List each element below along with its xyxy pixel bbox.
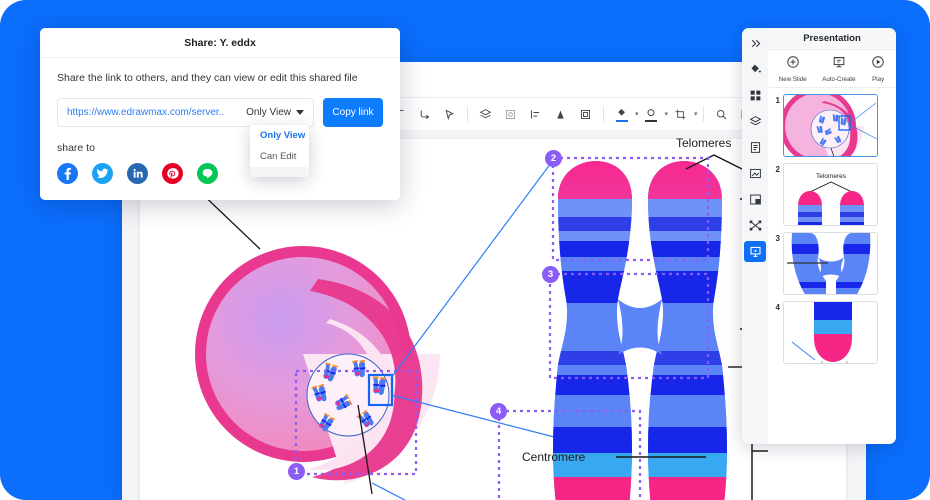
auto-create-label: Auto-Create	[822, 75, 856, 83]
presentation-panel: Presentation New Slide Auto-Create Play …	[742, 28, 896, 444]
crop-icon[interactable]	[668, 102, 693, 127]
step-badge-4[interactable]: 4	[490, 403, 507, 420]
label-telomeres: Telomeres	[676, 136, 732, 150]
permission-selected-label: Only View	[246, 107, 291, 118]
permission-dropdown: Only View Can Edit	[250, 125, 309, 177]
dropdown-option-can-edit[interactable]: Can Edit	[250, 146, 309, 167]
presentation-body: Presentation New Slide Auto-Create Play …	[768, 28, 896, 444]
image-frame-icon[interactable]	[498, 102, 523, 127]
flip-icon[interactable]	[548, 102, 573, 127]
linkedin-icon[interactable]	[127, 163, 148, 184]
presentation-title: Presentation	[768, 28, 896, 50]
cell-illustration	[195, 246, 440, 484]
toolbar-divider-2	[603, 106, 604, 122]
fill-bucket-icon[interactable]	[744, 59, 766, 80]
image-icon[interactable]	[744, 163, 766, 184]
share-dialog-title: Share: Y. eddx	[40, 28, 400, 58]
group-icon[interactable]	[573, 102, 598, 127]
layers-icon[interactable]	[473, 102, 498, 127]
slide-item-4[interactable]: 4	[771, 301, 890, 364]
connector-icon[interactable]	[412, 102, 437, 127]
document-icon[interactable]	[744, 137, 766, 158]
social-share-row	[57, 163, 383, 184]
play-button[interactable]: Play	[871, 55, 885, 83]
new-slide-label: New Slide	[778, 75, 807, 83]
share-dialog-body: Share the link to others, and they can v…	[40, 58, 400, 184]
share-link-box[interactable]: https://www.edrawmax.com/server.. Only V…	[57, 98, 314, 127]
auto-create-button[interactable]: Auto-Create	[822, 55, 856, 83]
step-badge-2[interactable]: 2	[545, 150, 562, 167]
zoom-icon[interactable]	[709, 102, 734, 127]
toolbar-divider-3	[702, 106, 704, 122]
slide-item-2[interactable]: 2 Telomeres	[771, 163, 890, 226]
copy-link-button[interactable]: Copy link	[323, 98, 383, 127]
slide-number-1: 1	[775, 96, 780, 105]
chevron-down-icon	[296, 110, 304, 115]
plus-circle-icon	[786, 55, 800, 74]
slides-list[interactable]: 1 2 Telomeres 3 4	[768, 88, 896, 444]
facebook-icon[interactable]	[57, 163, 78, 184]
crop-caret-icon[interactable]: ▾	[694, 110, 698, 118]
slide-thumbnail-2[interactable]: Telomeres	[783, 163, 878, 226]
share-description: Share the link to others, and they can v…	[57, 72, 358, 84]
line-icon[interactable]	[197, 163, 218, 184]
step-badge-1[interactable]: 1	[288, 463, 305, 480]
slide-number-2: 2	[775, 165, 780, 174]
side-rail	[742, 28, 768, 444]
step-badge-3[interactable]: 3	[542, 266, 559, 283]
presentation-board-icon	[832, 55, 846, 74]
insert-picture-icon[interactable]	[744, 189, 766, 210]
permission-select[interactable]: Only View	[239, 107, 304, 118]
fill-color-icon[interactable]	[609, 102, 634, 127]
slide-thumbnail-4[interactable]	[783, 301, 878, 364]
line-color-icon[interactable]	[639, 102, 664, 127]
slide-item-1[interactable]: 1	[771, 94, 890, 157]
label-centromere: Centromere	[522, 450, 586, 464]
pinterest-icon[interactable]	[162, 163, 183, 184]
slide2-caption: Telomeres	[816, 173, 847, 180]
presentation-icon[interactable]	[744, 241, 766, 262]
share-dialog: Share: Y. eddx Share the link to others,…	[40, 28, 400, 200]
play-label: Play	[872, 75, 885, 83]
presentation-actions: New Slide Auto-Create Play	[768, 50, 896, 88]
layers-icon[interactable]	[744, 111, 766, 132]
pen-icon[interactable]	[437, 102, 462, 127]
dropdown-footer	[250, 167, 309, 177]
slide-number-3: 3	[775, 234, 780, 243]
play-circle-icon	[871, 55, 885, 74]
toolbar-divider	[467, 106, 468, 122]
share-link-row: https://www.edrawmax.com/server.. Only V…	[57, 98, 383, 127]
chromosome-large	[553, 161, 727, 500]
dropdown-option-only-view[interactable]: Only View	[250, 125, 309, 146]
screenshot-root: Help	[0, 0, 930, 500]
grid-apps-icon[interactable]	[744, 85, 766, 106]
shuffle-icon[interactable]	[744, 215, 766, 236]
twitter-icon[interactable]	[92, 163, 113, 184]
align-icon[interactable]	[523, 102, 548, 127]
collapse-chevrons-icon[interactable]	[744, 33, 766, 54]
share-to-label: share to	[57, 142, 95, 154]
new-slide-button[interactable]: New Slide	[779, 55, 807, 83]
slide-item-3[interactable]: 3	[771, 232, 890, 295]
slide-thumbnail-3[interactable]	[783, 232, 878, 295]
slide-number-4: 4	[775, 303, 780, 312]
slide-thumbnail-1[interactable]	[783, 94, 878, 157]
share-url-input[interactable]: https://www.edrawmax.com/server..	[67, 107, 239, 118]
